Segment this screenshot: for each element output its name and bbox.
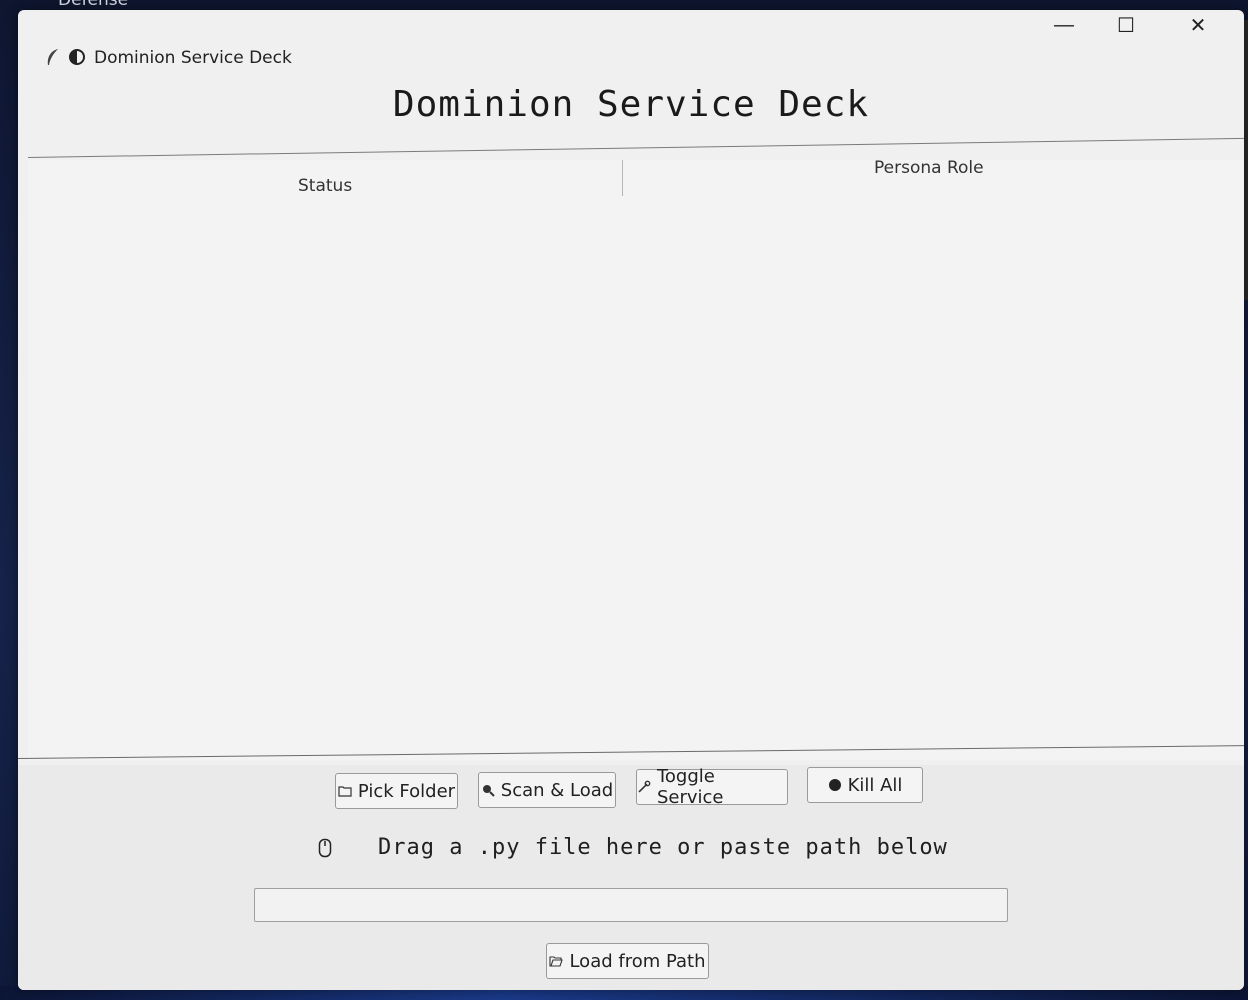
load-from-path-label: Load from Path: [569, 950, 706, 972]
feather-icon: [47, 49, 58, 65]
title-bar[interactable]: Dominion Service Deck — ☐ ✕: [18, 10, 1244, 72]
pick-folder-button[interactable]: Pick Folder: [335, 773, 458, 809]
folder-icon: [338, 786, 352, 797]
controls-panel: Pick Folder Scan & Load Toggle Service K…: [18, 765, 1244, 990]
app-window: Dominion Service Deck — ☐ ✕ Dominion Ser…: [18, 10, 1244, 990]
mouse-icon: [318, 838, 332, 857]
open-folder-icon: [549, 956, 564, 967]
services-treeview[interactable]: Status Persona Role: [28, 158, 1244, 760]
load-from-path-button[interactable]: Load from Path: [546, 943, 709, 979]
header-divider: [27, 137, 1244, 158]
pick-folder-label: Pick Folder: [357, 780, 456, 802]
desktop-label: Defense: [58, 0, 129, 10]
stop-icon: [828, 779, 841, 791]
app-icons: [44, 48, 86, 66]
drop-zone-text: Drag a .py file here or paste path below: [378, 835, 948, 860]
column-header-status[interactable]: Status: [298, 176, 352, 196]
scan-load-button[interactable]: Scan & Load: [478, 772, 616, 808]
drop-zone[interactable]: Drag a .py file here or paste path below: [318, 835, 948, 860]
maximize-button[interactable]: ☐: [1096, 10, 1156, 40]
window-title: Dominion Service Deck: [94, 48, 292, 68]
desktop: Defense Dominion Service Deck — ☐ ✕ Domi…: [0, 0, 1248, 1000]
toggle-service-button[interactable]: Toggle Service: [636, 766, 788, 808]
toggle-service-label: Toggle Service: [656, 766, 724, 808]
minimize-button[interactable]: —: [1034, 10, 1094, 40]
kill-all-label: Kill All: [847, 774, 903, 796]
column-separator[interactable]: [622, 160, 623, 196]
page-title: Dominion Service Deck: [392, 84, 870, 125]
contrast-icon: [69, 49, 85, 65]
column-header-persona-role[interactable]: Persona Role: [874, 158, 984, 178]
magnifier-icon: [482, 785, 495, 797]
close-button[interactable]: ✕: [1168, 10, 1228, 40]
scan-load-label: Scan & Load: [500, 779, 614, 801]
kill-all-button[interactable]: Kill All: [807, 767, 923, 803]
path-input[interactable]: [254, 888, 1008, 922]
wrench-icon: [638, 780, 651, 793]
